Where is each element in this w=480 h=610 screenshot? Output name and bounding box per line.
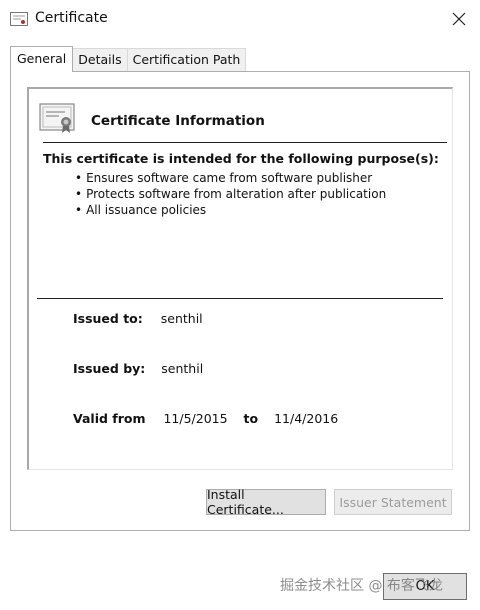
install-certificate-button[interactable]: Install Certificate...	[206, 487, 326, 517]
close-button[interactable]	[448, 8, 470, 30]
purpose-item: All issuance policies	[75, 202, 386, 218]
valid-to-value: 11/4/2016	[274, 411, 339, 426]
tab-strip: General Details Certification Path	[10, 46, 247, 72]
purpose-item: Protects software from alteration after …	[75, 186, 386, 202]
issued-to-value: senthil	[160, 311, 203, 326]
purpose-heading: This certificate is intended for the fol…	[43, 151, 439, 166]
title-bar: Certificate	[0, 0, 480, 38]
purpose-list: Ensures software came from software publ…	[75, 170, 386, 218]
certificate-info-box: Certificate Information This certificate…	[27, 87, 453, 470]
issued-by-row: Issued by: senthil	[73, 361, 203, 376]
window-title: Certificate	[35, 10, 108, 26]
issued-by-label: Issued by:	[73, 361, 146, 376]
issued-to-row: Issued to: senthil	[73, 311, 203, 326]
divider	[43, 142, 447, 143]
general-panel: Certificate Information This certificate…	[10, 71, 470, 531]
tab-details[interactable]: Details	[72, 48, 128, 72]
validity-row: Valid from 11/5/2015 to 11/4/2016	[73, 411, 338, 426]
valid-from-label: Valid from	[73, 411, 146, 426]
valid-to-label: to	[243, 411, 259, 426]
tab-certification-path[interactable]: Certification Path	[126, 48, 247, 72]
divider	[37, 298, 443, 299]
issued-to-label: Issued to:	[73, 311, 143, 326]
issuer-statement-button[interactable]: Issuer Statement	[334, 489, 452, 515]
valid-from-value: 11/5/2015	[163, 411, 228, 426]
purpose-item: Ensures software came from software publ…	[75, 170, 386, 186]
close-icon	[452, 12, 466, 26]
issued-by-value: senthil	[161, 361, 204, 376]
watermark-text: 掘金技术社区 @ 布客飞龙	[280, 578, 443, 594]
certificate-small-icon	[10, 12, 28, 26]
certificate-icon	[39, 103, 75, 133]
info-title: Certificate Information	[91, 113, 265, 129]
tab-general[interactable]: General	[10, 46, 74, 72]
